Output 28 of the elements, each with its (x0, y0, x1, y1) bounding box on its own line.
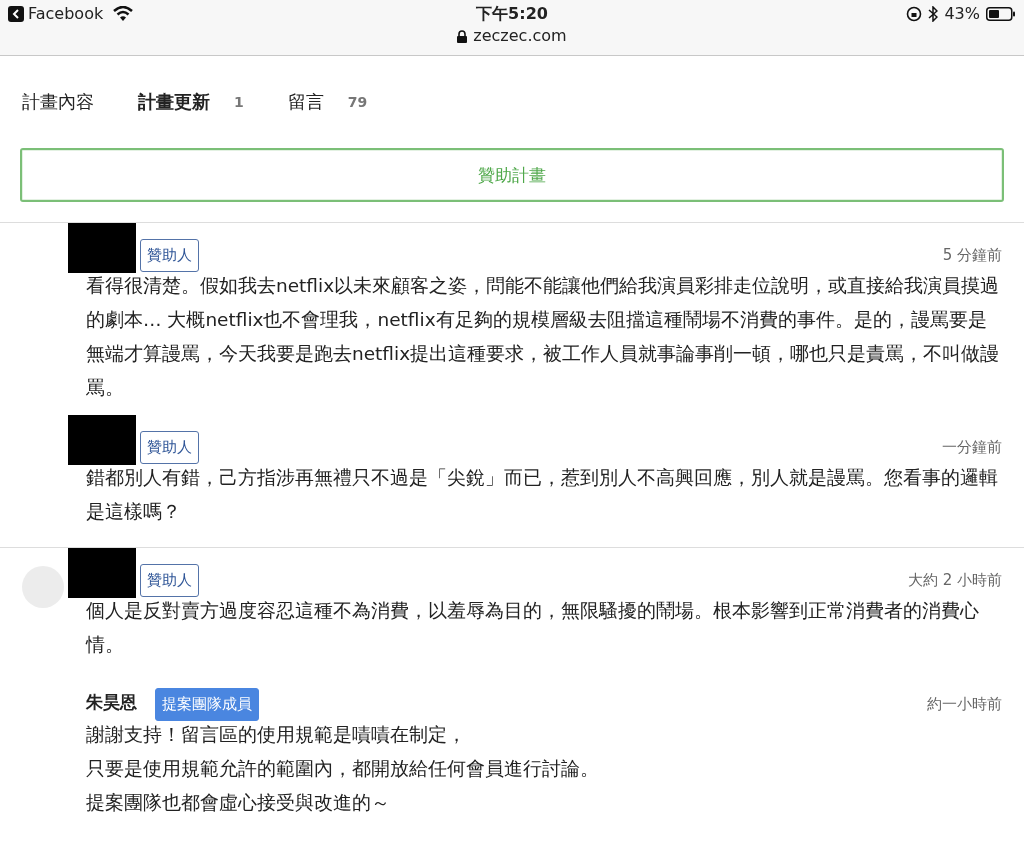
tab[interactable]: 計畫內容 (22, 90, 94, 114)
comment-time: 5 分鐘前 (942, 246, 1002, 265)
comment-time: 一分鐘前 (942, 438, 1002, 457)
back-icon[interactable] (8, 6, 24, 22)
comment-text: 個人是反對賣方過度容忍這種不為消費，以羞辱為目的，無限騷擾的鬧場。根本影響到正常消費者的消費心情。 (86, 599, 980, 657)
battery-percent: 43% (944, 4, 980, 24)
role-badge: 贊助人 (140, 431, 199, 464)
role-badge: 提案團隊成員 (155, 688, 259, 721)
tab[interactable]: 留言 (287, 90, 324, 114)
author-name[interactable]: 朱昊恩 (86, 691, 137, 714)
bluetooth-icon (928, 6, 939, 22)
rotation-lock-icon (906, 6, 923, 22)
comment-text: 錯都別人有錯，己方指涉再無禮只不過是「尖銳」而已，惹到別人不高興回應，別人就是謾罵。您看事的邏輯是這樣嗎？ (86, 466, 999, 524)
clock-time: 下午5:20 (476, 4, 548, 24)
tab[interactable]: 計畫更新 (138, 90, 210, 114)
lock-icon (457, 29, 468, 43)
tab-count: 1 (234, 94, 244, 110)
role-badge: 贊助人 (140, 239, 199, 272)
back-app-label[interactable]: Facebook (28, 4, 104, 24)
comment-text: 謝謝支持！留言區的使用規範是嘖嘖在制定， 只要是使用規範允許的範圍內，都開放給任何會員進行討論。 提案團隊也都會虛心接受與改進的～ (86, 723, 600, 815)
wifi-icon (113, 6, 134, 22)
battery-icon (986, 7, 1016, 21)
comment-time: 大約 2 小時前 (907, 571, 1002, 590)
role-badge: 贊助人 (140, 564, 199, 597)
url-text[interactable]: zeczec.com (473, 26, 567, 46)
comment-text: 看得很清楚。假如我去netflix以未來顧客之姿，問能不能讓他們給我演員彩排走位說明，或直接給我演員摸過的劇本… 大概netflix也不會理我，netflix有足夠的規模層級去阻擋這種鬧場不消費的事件。是的，謾罵要是無端才算謾罵，今天我要是跑去netflix提出這種要求，被工作人員就事論事削一頓，哪也只是責罵，不叫做謾罵。 (86, 274, 1001, 400)
comment-time: 約一小時前 (927, 695, 1002, 714)
tab-count: 79 (347, 94, 368, 110)
